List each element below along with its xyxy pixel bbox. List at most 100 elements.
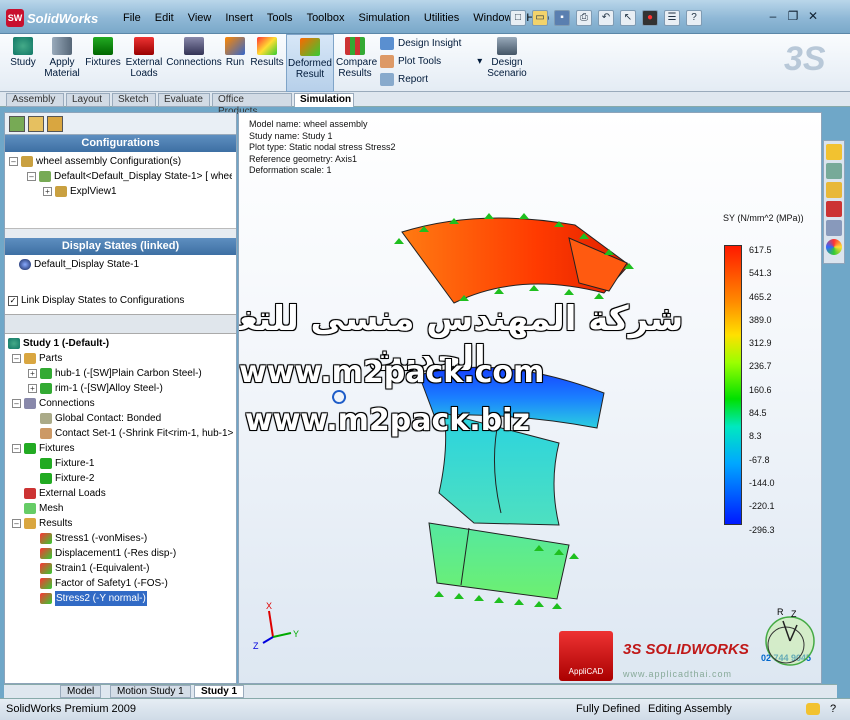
file-explorer-icon[interactable] xyxy=(826,182,842,198)
compare-results-button[interactable]: Compare Results xyxy=(336,34,377,92)
restore-icon[interactable]: ❐ xyxy=(786,10,800,24)
feature-manager-panel: Configurations – wheel assembly Configura… xyxy=(4,112,237,684)
tree-node-config-root[interactable]: – wheel assembly Configuration(s) xyxy=(9,154,232,169)
design-insight-button[interactable]: Design Insight xyxy=(380,37,461,50)
undo-icon[interactable]: ↶ xyxy=(598,10,614,26)
tab-layout[interactable]: Layout xyxy=(66,93,110,107)
tree-node-parts[interactable]: – Parts xyxy=(8,351,233,366)
horizontal-scrollbar[interactable] xyxy=(5,228,236,238)
solidworks-brand: 3S SOLIDWORKS xyxy=(623,641,749,658)
feature-manager-tab-icon[interactable] xyxy=(9,116,25,132)
external-loads-button[interactable]: External Loads xyxy=(124,34,164,92)
select-pointer-icon[interactable]: ↖ xyxy=(620,10,636,26)
menu-utilities[interactable]: Utilities xyxy=(417,12,466,26)
tree-node-fixture-2[interactable]: Fixture-2 xyxy=(8,471,233,486)
help-status-icon[interactable]: ? xyxy=(830,703,836,715)
property-manager-tab-icon[interactable] xyxy=(28,116,44,132)
options-icon[interactable]: ☰ xyxy=(664,10,680,26)
appearances-icon[interactable] xyxy=(826,239,842,255)
expand-icon[interactable]: + xyxy=(28,384,37,393)
collapse-icon[interactable]: – xyxy=(9,157,18,166)
tree-node-results[interactable]: – Results xyxy=(8,516,233,531)
collapse-icon[interactable]: – xyxy=(27,172,36,181)
collapse-icon[interactable]: – xyxy=(12,399,21,408)
tab-motion-study-1[interactable]: Motion Study 1 xyxy=(110,685,191,698)
configuration-manager-tab-icon[interactable] xyxy=(47,116,63,132)
tab-simulation[interactable]: Simulation xyxy=(294,93,354,107)
menu-simulation[interactable]: Simulation xyxy=(351,12,416,26)
minimize-icon[interactable]: – xyxy=(766,10,780,24)
report-button[interactable]: Report xyxy=(380,73,428,86)
plot-tools-button[interactable]: Plot Tools ▾ xyxy=(380,55,482,68)
tree-node-explview[interactable]: + ExplView1 xyxy=(9,184,232,199)
tab-sketch[interactable]: Sketch xyxy=(112,93,156,107)
home-icon[interactable] xyxy=(826,144,842,160)
tree-node-displacement1[interactable]: Displacement1 (-Res disp-) xyxy=(8,546,233,561)
search-icon[interactable] xyxy=(826,201,842,217)
help-icon[interactable]: ? xyxy=(686,10,702,26)
connections-button[interactable]: Connections xyxy=(166,34,222,92)
print-icon[interactable]: ⎙ xyxy=(576,10,592,26)
rebuild-status-icon[interactable] xyxy=(806,703,820,715)
link-display-states-checkbox[interactable]: ✓ xyxy=(8,295,18,306)
rebuild-traffic-light-icon[interactable]: ● xyxy=(642,10,658,26)
fixtures-button[interactable]: Fixtures xyxy=(84,34,122,92)
display-state-item[interactable]: Default_Display State-1 xyxy=(19,257,222,272)
command-manager: Study Apply Material Fixtures External L… xyxy=(0,34,850,92)
app-logo[interactable]: SW SolidWorks xyxy=(6,8,104,28)
graphics-area[interactable]: –❐□ Model name: wheel assembly Study nam… xyxy=(238,112,822,684)
expand-icon[interactable]: + xyxy=(28,369,37,378)
results-folder-icon xyxy=(24,518,36,529)
results-button[interactable]: Results xyxy=(250,34,284,92)
apply-material-button[interactable]: Apply Material xyxy=(44,34,80,92)
new-document-icon[interactable]: □ xyxy=(510,10,526,26)
run-button[interactable]: Run xyxy=(222,34,248,92)
menu-view[interactable]: View xyxy=(181,12,219,26)
rotation-gizmo[interactable] xyxy=(759,607,821,669)
material-icon xyxy=(52,37,72,55)
design-scenario-button[interactable]: Design Scenario xyxy=(484,34,530,92)
tree-node-default-config[interactable]: – Default<Default_Display State-1> [ whee xyxy=(9,169,232,184)
study-button[interactable]: Study xyxy=(8,34,38,92)
tree-node-fixtures[interactable]: – Fixtures xyxy=(8,441,233,456)
link-display-states-row[interactable]: ✓ Link Display States to Configurations xyxy=(5,293,236,308)
tab-model[interactable]: Model xyxy=(60,685,102,698)
menu-toolbox[interactable]: Toolbox xyxy=(300,12,352,26)
tree-node-study[interactable]: Study 1 (-Default-) xyxy=(8,336,233,351)
legend-tick: -67.8 xyxy=(749,454,770,465)
tab-study-1[interactable]: Study 1 xyxy=(194,685,245,698)
splitter-bar[interactable] xyxy=(5,314,236,334)
tree-node-strain1[interactable]: Strain1 (-Equivalent-) xyxy=(8,561,233,576)
save-icon[interactable]: ▪ xyxy=(554,10,570,26)
tab-evaluate[interactable]: Evaluate xyxy=(158,93,210,107)
collapse-icon[interactable]: – xyxy=(12,444,21,453)
tree-node-rim[interactable]: + rim-1 (-[SW]Alloy Steel-) xyxy=(8,381,233,396)
tab-office-products[interactable]: Office Products xyxy=(212,93,292,117)
tree-node-connections[interactable]: – Connections xyxy=(8,396,233,411)
expand-icon[interactable]: + xyxy=(43,187,52,196)
tree-node-external-loads[interactable]: External Loads xyxy=(8,486,233,501)
menu-insert[interactable]: Insert xyxy=(218,12,260,26)
tree-node-fixture-1[interactable]: Fixture-1 xyxy=(8,456,233,471)
tree-node-contact-set[interactable]: Contact Set-1 (-Shrink Fit<rim-1, hub-1> xyxy=(8,426,233,441)
open-folder-icon[interactable]: ▭ xyxy=(532,10,548,26)
tab-assembly[interactable]: Assembly xyxy=(6,93,64,107)
close-icon[interactable]: ✕ xyxy=(806,10,820,24)
view-palette-icon[interactable] xyxy=(826,220,842,236)
tree-node-global-contact[interactable]: Global Contact: Bonded xyxy=(8,411,233,426)
collapse-icon[interactable]: – xyxy=(12,519,21,528)
display-states-header: Display States (linked) xyxy=(5,238,236,255)
tree-node-hub[interactable]: + hub-1 (-[SW]Plain Carbon Steel-) xyxy=(8,366,233,381)
plot-tools-dropdown-icon[interactable]: ▾ xyxy=(477,56,482,67)
menu-file[interactable]: File xyxy=(116,12,148,26)
menu-edit[interactable]: Edit xyxy=(148,12,181,26)
deformed-result-button[interactable]: Deformed Result xyxy=(286,34,334,92)
tree-node-stress2[interactable]: Stress2 (-Y normal-) xyxy=(8,591,233,606)
menu-tools[interactable]: Tools xyxy=(260,12,300,26)
tree-node-mesh[interactable]: Mesh xyxy=(8,501,233,516)
watermark-url-biz: www.m2pack.biz xyxy=(245,403,530,438)
collapse-icon[interactable]: – xyxy=(12,354,21,363)
design-library-icon[interactable] xyxy=(826,163,842,179)
tree-node-fos[interactable]: Factor of Safety1 (-FOS-) xyxy=(8,576,233,591)
tree-node-stress1[interactable]: Stress1 (-vonMises-) xyxy=(8,531,233,546)
